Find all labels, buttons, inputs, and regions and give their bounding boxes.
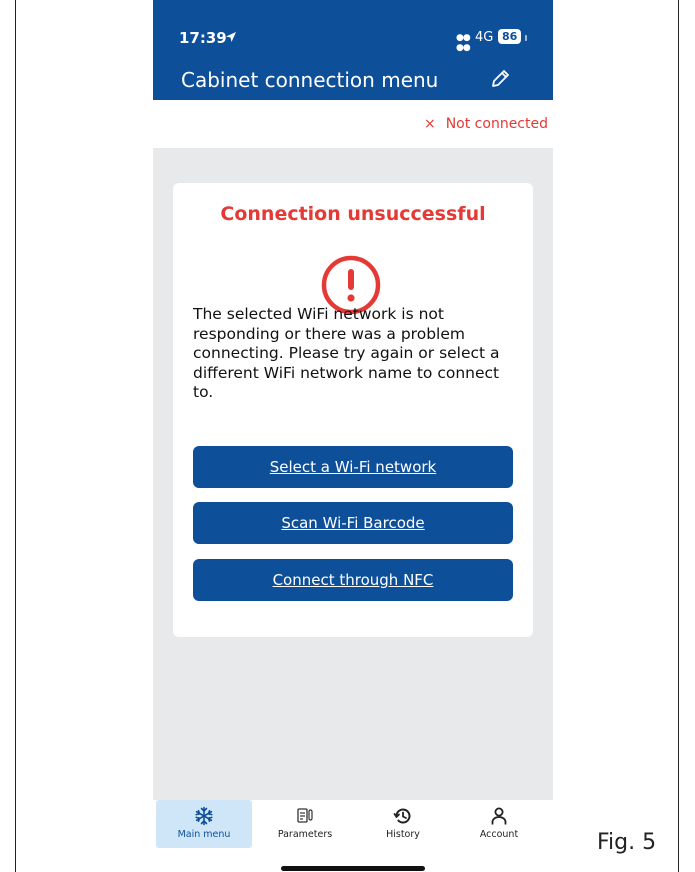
tab-label: Main menu: [177, 829, 231, 840]
error-message: The selected WiFi network is not respond…: [193, 305, 500, 401]
tab-label: Account: [479, 829, 519, 840]
select-wifi-button[interactable]: Select a Wi-Fi network: [193, 446, 513, 488]
connection-status-label: Not connected: [445, 116, 548, 132]
phone-screen: 17:39 ●● ●● 4G 86 Cabinet connection menu…: [153, 0, 553, 872]
tab-history[interactable]: History: [355, 800, 451, 848]
tab-bar: Main menu Parameters History Account: [153, 800, 553, 872]
main-content: Connection unsuccessful The selected WiF…: [153, 148, 553, 800]
battery-indicator: 86: [498, 29, 522, 44]
home-indicator[interactable]: [281, 866, 425, 871]
app-header: Cabinet connection menu: [153, 56, 553, 100]
status-time: 17:39: [179, 29, 227, 47]
battery-tip: [525, 35, 527, 41]
signal-icon: ●● ●●: [456, 33, 471, 53]
network-type: 4G: [475, 30, 494, 45]
account-icon: [491, 807, 507, 825]
status-bar: 17:39 ●● ●● 4G 86: [153, 0, 553, 56]
connection-status-row: × Not connected: [153, 100, 553, 148]
tab-account[interactable]: Account: [451, 800, 547, 848]
parameters-icon: [297, 808, 313, 823]
snowflake-icon: [195, 806, 213, 826]
connect-nfc-button[interactable]: Connect through NFC: [193, 559, 513, 601]
close-icon: ×: [423, 116, 436, 132]
location-arrow-icon: [226, 32, 236, 42]
tab-label: Parameters: [277, 829, 333, 840]
edit-pencil-icon[interactable]: [489, 68, 511, 90]
figure-label: Fig. 5: [597, 830, 657, 855]
error-title: Connection unsuccessful: [220, 203, 486, 225]
page-title: Cabinet connection menu: [181, 68, 439, 92]
tab-main-menu[interactable]: Main menu: [156, 800, 252, 848]
connection-status: × Not connected: [424, 116, 548, 132]
tab-label: History: [386, 829, 420, 840]
scan-barcode-button[interactable]: Scan Wi-Fi Barcode: [193, 502, 513, 544]
connection-error-card: Connection unsuccessful The selected WiF…: [173, 183, 533, 637]
history-icon: [393, 808, 411, 824]
tab-parameters[interactable]: Parameters: [257, 800, 353, 848]
